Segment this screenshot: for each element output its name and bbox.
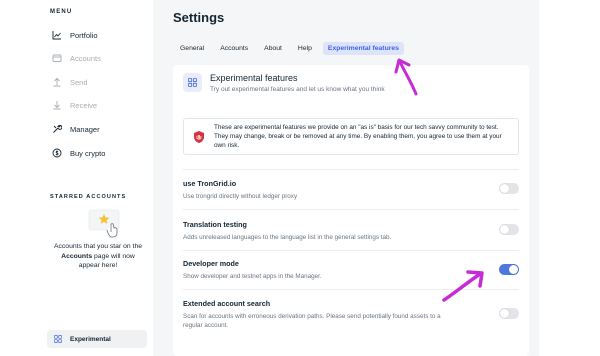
sidebar-item-receive[interactable]: Receive xyxy=(52,98,148,112)
warning-banner: These are experimental features we provi… xyxy=(183,118,519,155)
sidebar-item-label: Accounts xyxy=(70,53,101,63)
starred-accounts-illustration xyxy=(88,209,120,238)
sidebar-item-label: Receive xyxy=(70,100,98,110)
tab-about[interactable]: About xyxy=(259,42,287,55)
wallet-icon xyxy=(52,53,62,63)
translation-testing-toggle[interactable] xyxy=(499,224,519,235)
sidebar-item-send[interactable]: Send xyxy=(52,75,148,89)
trongrid-toggle[interactable] xyxy=(499,183,519,194)
sidebar-item-accounts[interactable]: Accounts xyxy=(52,51,148,65)
tab-general[interactable]: General xyxy=(175,42,209,55)
right-margin xyxy=(539,0,600,356)
sidebar-item-label: Send xyxy=(70,77,88,87)
card-header: Experimental features Try out experiment… xyxy=(183,73,385,93)
arrow-up-icon xyxy=(52,77,62,87)
card-subtitle: Try out experimental features and let us… xyxy=(210,86,385,93)
divider xyxy=(183,209,519,210)
setting-title: Developer mode xyxy=(183,259,239,268)
toggle-knob xyxy=(500,309,509,318)
tools-icon xyxy=(52,124,62,134)
grid-icon xyxy=(54,335,62,343)
sidebar-item-portfolio[interactable]: Portfolio xyxy=(52,28,148,42)
sidebar-item-label: Manager xyxy=(70,124,100,134)
setting-description: Scan for accounts with erroneous derivat… xyxy=(183,313,441,329)
toggle-knob xyxy=(509,265,518,274)
sidebar-item-experimental[interactable]: Experimental xyxy=(47,330,147,348)
divider xyxy=(183,169,519,170)
sidebar-bottom-label: Experimental xyxy=(70,335,111,343)
sidebar-item-label: Portfolio xyxy=(70,30,98,40)
warning-shield-icon xyxy=(194,130,204,143)
setting-translation-testing: Translation testing Adds unreleased lang… xyxy=(183,220,519,242)
tab-experimental-features[interactable]: Experimental features xyxy=(322,41,404,55)
sidebar-item-label: Buy crypto xyxy=(70,148,106,158)
warning-text: These are experimental features we provi… xyxy=(214,123,502,150)
sidebar: MENU Portfolio Accounts Send Receive Man… xyxy=(0,0,153,356)
annotation-arrow-up-icon xyxy=(394,58,418,96)
toggle-knob xyxy=(500,225,509,234)
dollar-coin-icon xyxy=(52,148,62,158)
divider xyxy=(183,250,519,251)
setting-title: Translation testing xyxy=(183,220,247,229)
grid-icon xyxy=(183,73,202,92)
tab-accounts[interactable]: Accounts xyxy=(215,42,253,55)
tab-help[interactable]: Help xyxy=(293,42,317,55)
starred-accounts-label: STARRED ACCOUNTS xyxy=(50,194,127,200)
settings-tabs: General Accounts About Help Experimental… xyxy=(175,40,404,56)
developer-mode-toggle[interactable] xyxy=(499,264,519,275)
card-title: Experimental features xyxy=(210,73,298,83)
setting-description: Use trongrid directly without ledger pro… xyxy=(183,193,298,200)
setting-description: Adds unreleased languages to the languag… xyxy=(183,234,392,241)
annotation-arrow-right-icon xyxy=(442,270,484,302)
sidebar-item-manager[interactable]: Manager xyxy=(52,122,148,136)
starred-accounts-empty-text: Accounts that you star on the Accounts p… xyxy=(53,243,143,269)
page-title: Settings xyxy=(173,10,225,25)
setting-description: Show developer and testnet apps in the M… xyxy=(183,273,322,280)
arrow-down-icon xyxy=(52,100,62,110)
chart-line-icon xyxy=(52,30,62,40)
setting-title: use TronGrid.io xyxy=(183,179,237,188)
setting-trongrid: use TronGrid.io Use trongrid directly wi… xyxy=(183,179,519,201)
menu-label: MENU xyxy=(50,9,73,15)
toggle-knob xyxy=(500,184,509,193)
extended-account-search-toggle[interactable] xyxy=(499,308,519,319)
sidebar-item-buy-crypto[interactable]: Buy crypto xyxy=(52,146,148,160)
experimental-features-card: Experimental features Try out experiment… xyxy=(173,65,529,356)
